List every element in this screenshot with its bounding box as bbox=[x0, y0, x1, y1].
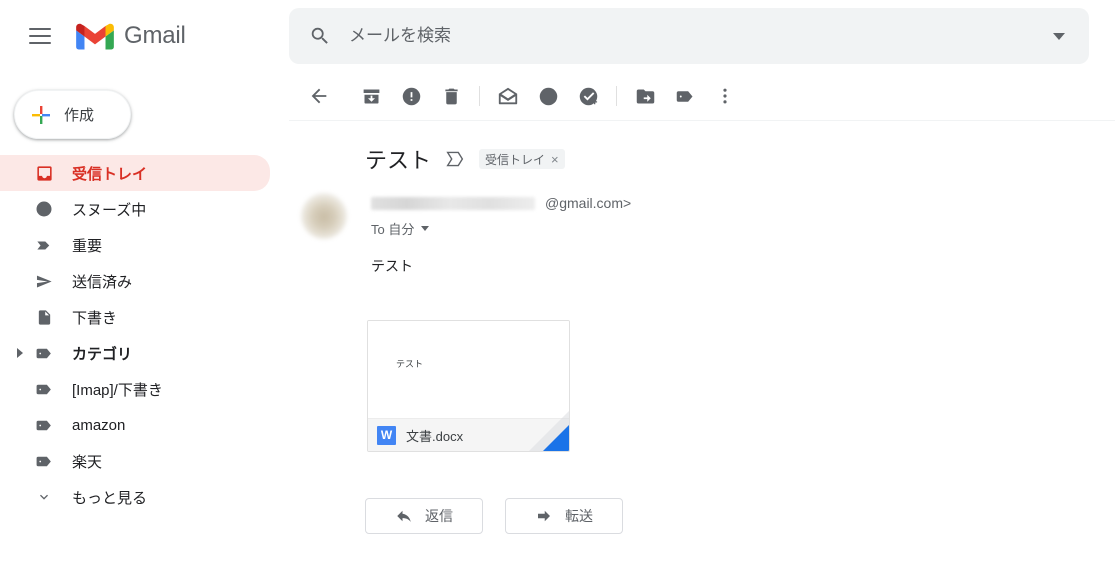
plus-icon bbox=[32, 105, 50, 124]
attachment-filename: 文書.docx bbox=[406, 428, 464, 444]
add-to-tasks-button[interactable] bbox=[568, 76, 608, 116]
report-spam-button[interactable] bbox=[391, 76, 431, 116]
avatar bbox=[301, 193, 347, 239]
message-body: テスト bbox=[371, 258, 413, 274]
reply-button[interactable]: 返信 bbox=[365, 498, 483, 534]
mark-unread-button[interactable] bbox=[488, 76, 528, 116]
hamburger-menu-icon[interactable] bbox=[16, 12, 64, 60]
back-button[interactable] bbox=[299, 76, 339, 116]
sidebar-nav: 受信トレイ スヌーズ中 重要 送信済み 下書き カテゴリ [Imap]/下書き … bbox=[0, 155, 280, 515]
sidebar-item-drafts[interactable]: 下書き bbox=[0, 299, 270, 335]
reply-arrow-icon bbox=[397, 510, 411, 522]
expand-arrow-icon[interactable] bbox=[10, 348, 30, 358]
toolbar-separator bbox=[479, 86, 480, 106]
sidebar-item-snoozed[interactable]: スヌーズ中 bbox=[0, 191, 270, 227]
sent-icon bbox=[34, 271, 54, 291]
sidebar-item-label: カテゴリ bbox=[72, 345, 133, 363]
sidebar-item-label: 重要 bbox=[72, 237, 103, 255]
hamburger-line bbox=[29, 35, 51, 37]
sidebar-item-imap-drafts[interactable]: [Imap]/下書き bbox=[0, 371, 270, 407]
label-chip-text: 受信トレイ bbox=[485, 152, 546, 167]
label-icon bbox=[34, 415, 54, 435]
label-icon bbox=[34, 451, 54, 471]
message-toolbar bbox=[289, 72, 1115, 120]
move-to-button[interactable] bbox=[625, 76, 665, 116]
page-title: テスト bbox=[365, 148, 432, 173]
message-header: @gmail.com> To 自分 テスト bbox=[289, 175, 1115, 276]
message-pane: テスト 受信トレイ × @gmail.com> To 自分 テスト テスト W … bbox=[289, 72, 1115, 581]
close-icon[interactable]: × bbox=[551, 152, 559, 167]
sidebar-item-label: スヌーズ中 bbox=[72, 201, 147, 219]
sidebar: 作成 受信トレイ スヌーズ中 重要 送信済み 下書き カテゴリ [Imap]/下… bbox=[0, 72, 280, 581]
attachment-preview-text: テスト bbox=[396, 359, 424, 369]
sidebar-item-important[interactable]: 重要 bbox=[0, 227, 270, 263]
toolbar-separator bbox=[616, 86, 617, 106]
hamburger-line bbox=[29, 28, 51, 30]
sidebar-item-inbox[interactable]: 受信トレイ bbox=[0, 155, 270, 191]
app-header: Gmail bbox=[0, 0, 1115, 72]
sidebar-item-label: amazon bbox=[72, 416, 126, 434]
brand-label: Gmail bbox=[124, 22, 186, 49]
compose-label: 作成 bbox=[64, 107, 95, 124]
more-options-button[interactable] bbox=[705, 76, 745, 116]
attachment-card[interactable]: テスト W 文書.docx bbox=[367, 320, 570, 452]
sidebar-item-label: [Imap]/下書き bbox=[72, 381, 163, 399]
recipient-label: To 自分 bbox=[371, 222, 415, 237]
sender-email-domain: @gmail.com> bbox=[545, 195, 632, 211]
attachment-preview: テスト bbox=[368, 321, 569, 419]
recipient-row[interactable]: To 自分 bbox=[371, 219, 631, 238]
clock-icon bbox=[34, 199, 54, 219]
delete-button[interactable] bbox=[431, 76, 471, 116]
sender-name-redacted bbox=[371, 196, 535, 210]
sidebar-item-sent[interactable]: 送信済み bbox=[0, 263, 270, 299]
reply-label: 返信 bbox=[425, 508, 453, 524]
message-meta: @gmail.com> To 自分 テスト bbox=[371, 193, 631, 276]
chevron-down-icon[interactable] bbox=[421, 226, 430, 231]
sidebar-item-label: 楽天 bbox=[72, 453, 103, 471]
label-icon bbox=[34, 379, 54, 399]
hamburger-line bbox=[29, 42, 51, 44]
forward-label: 転送 bbox=[565, 508, 593, 524]
important-icon bbox=[34, 235, 54, 255]
sidebar-item-more[interactable]: もっと見る bbox=[0, 479, 270, 515]
labels-button[interactable] bbox=[665, 76, 705, 116]
chevron-down-icon bbox=[1053, 32, 1065, 40]
word-doc-icon: W bbox=[377, 425, 396, 445]
search-options-button[interactable] bbox=[1037, 14, 1081, 58]
sidebar-item-label: 下書き bbox=[72, 309, 118, 327]
search-input[interactable] bbox=[349, 26, 1037, 46]
message-actions: 返信 転送 bbox=[289, 452, 1115, 534]
search-icon bbox=[311, 27, 328, 44]
archive-button[interactable] bbox=[351, 76, 391, 116]
download-corner-icon[interactable] bbox=[543, 425, 569, 451]
gmail-brand[interactable]: Gmail bbox=[76, 22, 186, 51]
snooze-button[interactable] bbox=[528, 76, 568, 116]
inbox-icon bbox=[34, 163, 54, 183]
forward-button[interactable]: 転送 bbox=[505, 498, 623, 534]
chevron-down-icon bbox=[34, 487, 54, 507]
draft-icon bbox=[34, 307, 54, 327]
gmail-app: Gmail 作成 bbox=[0, 0, 1115, 581]
sidebar-item-amazon[interactable]: amazon bbox=[0, 407, 270, 443]
sidebar-item-categories[interactable]: カテゴリ bbox=[0, 335, 270, 371]
gmail-logo-icon bbox=[76, 23, 114, 50]
compose-button[interactable]: 作成 bbox=[14, 90, 131, 139]
status-badge[interactable]: 受信トレイ × bbox=[479, 149, 565, 169]
search-bar[interactable] bbox=[289, 8, 1089, 64]
attachment-area: テスト W 文書.docx bbox=[289, 276, 1115, 452]
sender-row[interactable]: @gmail.com> bbox=[371, 193, 631, 213]
sidebar-item-label: もっと見る bbox=[72, 489, 148, 507]
sidebar-item-rakuten[interactable]: 楽天 bbox=[0, 443, 270, 479]
sidebar-item-label: 受信トレイ bbox=[72, 165, 148, 183]
label-icon bbox=[34, 343, 54, 363]
forward-arrow-icon bbox=[538, 510, 550, 522]
subject-row: テスト 受信トレイ × bbox=[289, 121, 1115, 175]
sidebar-item-label: 送信済み bbox=[72, 273, 133, 291]
inbox-arrow-icon bbox=[445, 150, 465, 168]
